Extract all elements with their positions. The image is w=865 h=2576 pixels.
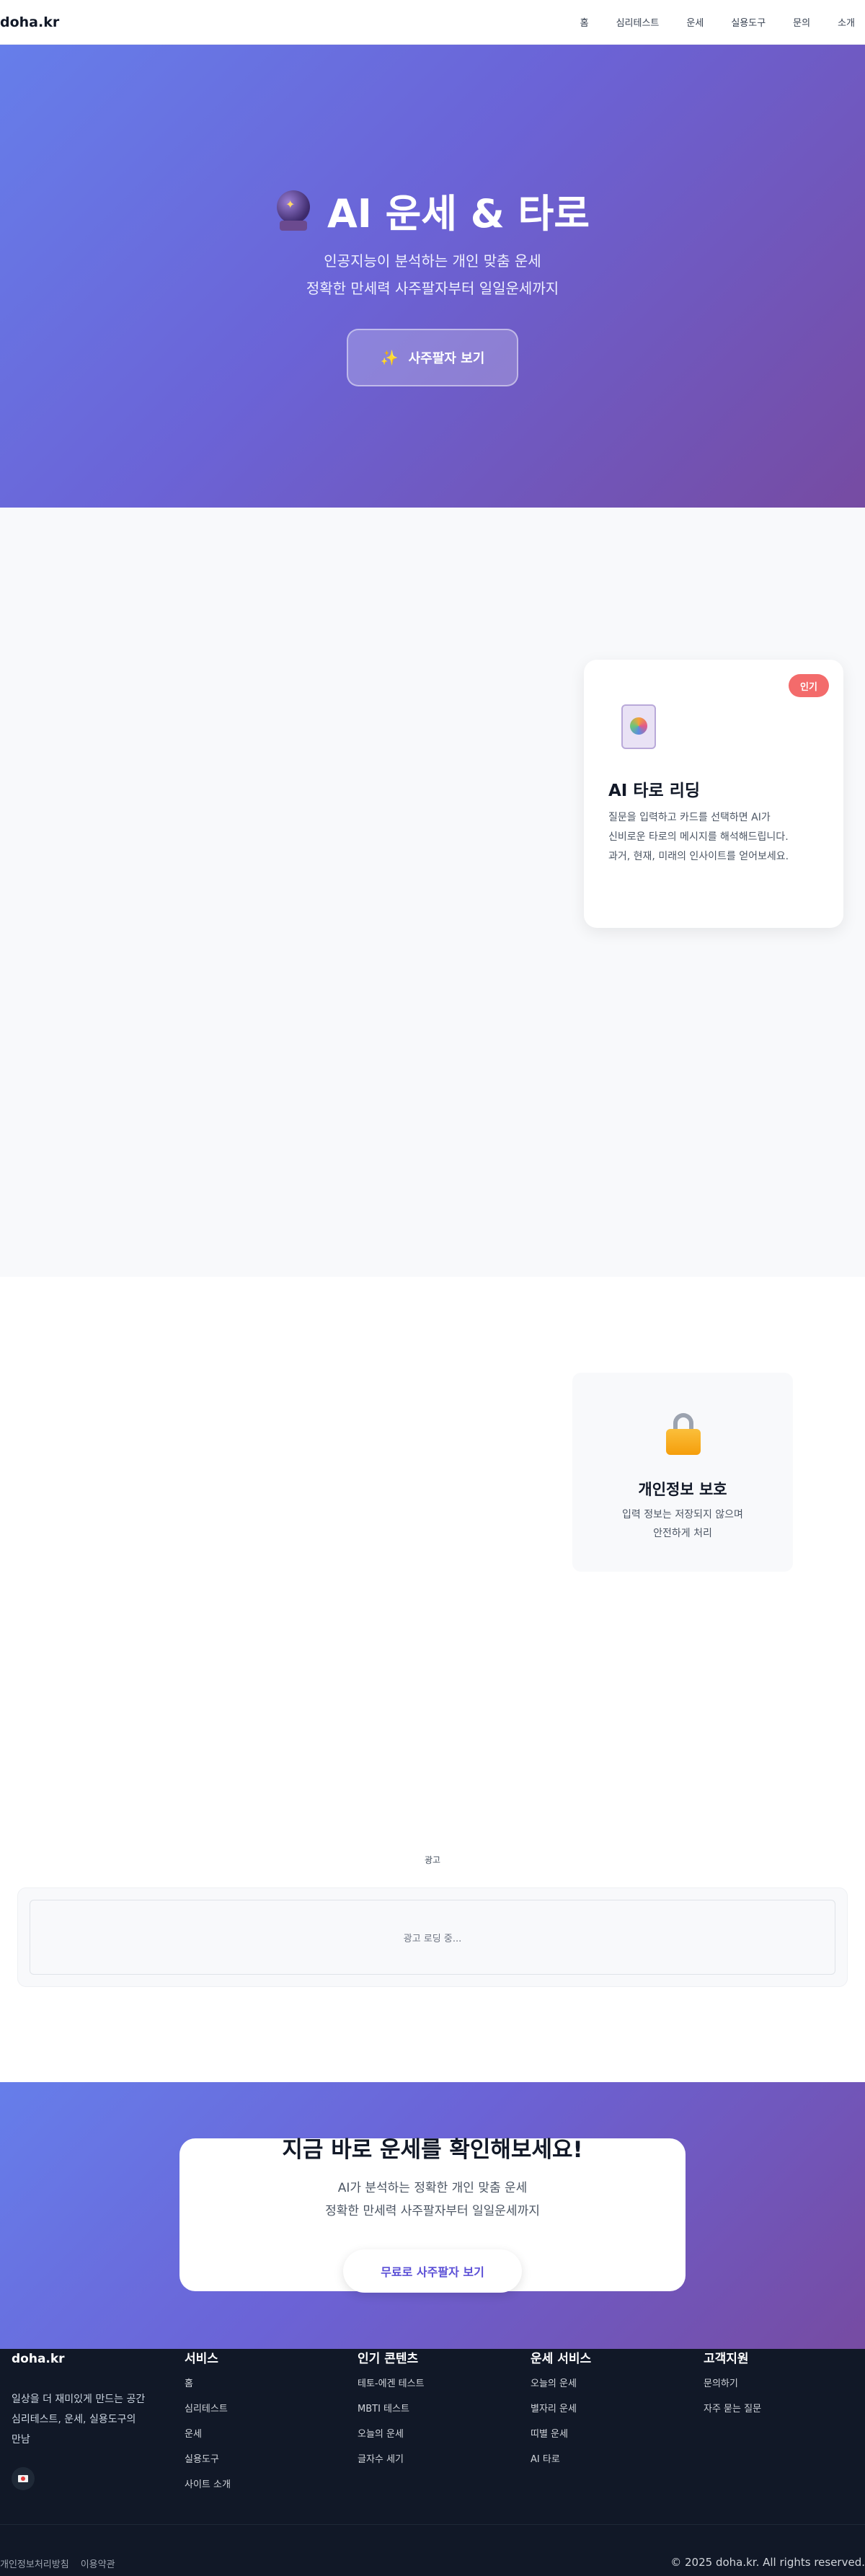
nav-psych-test[interactable]: 심리테스트 xyxy=(616,15,660,29)
footer-brand-description: 일상을 더 재미있게 만드는 공간 심리테스트, 운세, 실용도구의 만남 xyxy=(12,2394,146,2446)
free-saju-button[interactable]: 무료로 사주팔자 보기 xyxy=(343,2249,522,2293)
nav-home[interactable]: 홈 xyxy=(580,15,589,29)
site-footer: doha.kr 일상을 더 재미있게 만드는 공간 심리테스트, 운세, 실용도… xyxy=(0,2349,865,2576)
feature-title: 개인정보 보호 xyxy=(638,1481,727,1498)
lock-icon xyxy=(666,1413,701,1455)
footer-link-char-count[interactable]: 글자수 세기 xyxy=(358,2452,425,2477)
nav-contact[interactable]: 문의 xyxy=(793,15,810,29)
nav-fortune[interactable]: 운세 xyxy=(686,15,704,29)
popular-badge: 인기 xyxy=(789,674,829,697)
footer-divider xyxy=(0,2524,865,2525)
sparkles-icon: ✨ xyxy=(380,349,399,366)
nav-about[interactable]: 소개 xyxy=(838,15,855,29)
footer-legal-links: 개인정보처리방침 이용약관 xyxy=(0,2557,115,2570)
terms-link[interactable]: 이용약관 xyxy=(81,2557,115,2570)
cta-subtitle-1: AI가 분석하는 정확한 개인 맞춤 운세 xyxy=(337,2181,528,2195)
ad-slot[interactable]: 광고 로딩 중... xyxy=(30,1900,835,1975)
footer-col-popular: 인기 콘텐츠 테토-에겐 테스트 MBTI 테스트 오늘의 운세 글자수 세기 xyxy=(358,2349,425,2477)
footer-link-about[interactable]: 사이트 소개 xyxy=(185,2477,231,2502)
cta-subtitle-2: 정확한 만세력 사주팔자부터 일일운세까지 xyxy=(325,2204,540,2218)
korea-flag-icon[interactable] xyxy=(12,2467,35,2490)
hero-section: ✦ AI 운세 & 타로 인공지능이 분석하는 개인 맞춤 운세 정확한 만세력… xyxy=(0,45,865,508)
footer-col-support: 고객지원 문의하기 자주 묻는 질문 xyxy=(704,2349,761,2427)
privacy-policy-link[interactable]: 개인정보처리방침 xyxy=(0,2557,69,2570)
tarot-card-icon xyxy=(621,704,656,749)
service-card-title: AI 타로 리딩 xyxy=(608,782,701,800)
hero-subtitle-2: 정확한 만세력 사주팔자부터 일일운세까지 xyxy=(306,280,559,297)
hero-title: AI 운세 & 타로 xyxy=(327,191,590,236)
crystal-ball-icon: ✦ xyxy=(275,190,311,231)
footer-link-animal[interactable]: 띠별 운세 xyxy=(531,2427,591,2452)
site-header: doha.kr 홈 심리테스트 운세 실용도구 문의 소개 xyxy=(0,0,865,45)
saju-button[interactable]: ✨ 사주팔자 보기 xyxy=(347,329,518,386)
cta-section: 지금 바로 운세를 확인해보세요! AI가 분석하는 정확한 개인 맞춤 운세 … xyxy=(0,2082,865,2349)
feature-description: 입력 정보는 저장되지 않으며 안전하게 처리 xyxy=(622,1509,743,1539)
features-section: 개인정보 보호 입력 정보는 저장되지 않으며 안전하게 처리 광고 광고 로딩… xyxy=(0,1277,865,2082)
footer-link-contact[interactable]: 문의하기 xyxy=(704,2376,761,2402)
footer-link-faq[interactable]: 자주 묻는 질문 xyxy=(704,2402,761,2427)
footer-col-fortune: 운세 서비스 오늘의 운세 별자리 운세 띠별 운세 AI 타로 xyxy=(531,2349,591,2477)
feature-card-privacy: 개인정보 보호 입력 정보는 저장되지 않으며 안전하게 처리 xyxy=(572,1373,793,1572)
footer-col-title: 인기 콘텐츠 xyxy=(358,2352,419,2366)
main-nav: 홈 심리테스트 운세 실용도구 문의 소개 xyxy=(553,15,855,29)
footer-brand: doha.kr 일상을 더 재미있게 만드는 공간 심리테스트, 운세, 실용도… xyxy=(12,2349,177,2490)
hero-title-row: ✦ AI 운세 & 타로 xyxy=(0,182,865,239)
service-card-tarot[interactable]: 인기 AI 타로 리딩 질문을 입력하고 카드를 선택하면 AI가 신비로운 타… xyxy=(584,660,843,928)
footer-link-tools[interactable]: 실용도구 xyxy=(185,2452,231,2477)
site-logo[interactable]: doha.kr xyxy=(0,14,59,30)
footer-link-tarot[interactable]: AI 타로 xyxy=(531,2452,591,2477)
footer-logo[interactable]: doha.kr xyxy=(12,2349,177,2376)
footer-col-title: 서비스 xyxy=(185,2352,218,2366)
footer-link-fortune[interactable]: 운세 xyxy=(185,2427,231,2452)
nav-tools[interactable]: 실용도구 xyxy=(731,15,766,29)
footer-link-today[interactable]: 오늘의 운세 xyxy=(531,2376,591,2402)
cta-title: 지금 바로 운세를 확인해보세요! xyxy=(282,2137,583,2163)
footer-col-services: 서비스 홈 심리테스트 운세 실용도구 사이트 소개 xyxy=(185,2349,231,2502)
ad-container: 광고 로딩 중... xyxy=(17,1887,848,1987)
footer-col-title: 운세 서비스 xyxy=(531,2352,592,2366)
footer-link-mbti[interactable]: MBTI 테스트 xyxy=(358,2402,425,2427)
ad-loading-text: 광고 로딩 중... xyxy=(403,1933,462,1944)
footer-link-psych[interactable]: 심리테스트 xyxy=(185,2402,231,2427)
copyright: © 2025 doha.kr. All rights reserved. xyxy=(670,2556,865,2569)
footer-link-teto-egen[interactable]: 테토-에겐 테스트 xyxy=(358,2376,425,2402)
footer-link-zodiac[interactable]: 별자리 운세 xyxy=(531,2402,591,2427)
footer-link-daily-fortune[interactable]: 오늘의 운세 xyxy=(358,2427,425,2452)
service-card-description: 질문을 입력하고 카드를 선택하면 AI가 신비로운 타로의 메시지를 해석해드… xyxy=(608,812,789,862)
cta-card: 지금 바로 운세를 확인해보세요! AI가 분석하는 정확한 개인 맞춤 운세 … xyxy=(179,2137,686,2293)
footer-col-title: 고객지원 xyxy=(704,2352,749,2366)
saju-button-label: 사주팔자 보기 xyxy=(408,351,485,366)
services-section: 인기 AI 타로 리딩 질문을 입력하고 카드를 선택하면 AI가 신비로운 타… xyxy=(0,508,865,1277)
ad-label: 광고 xyxy=(424,1855,441,1865)
footer-link-home[interactable]: 홈 xyxy=(185,2376,231,2402)
hero-subtitle-1: 인공지능이 분석하는 개인 맞춤 운세 xyxy=(324,252,541,270)
